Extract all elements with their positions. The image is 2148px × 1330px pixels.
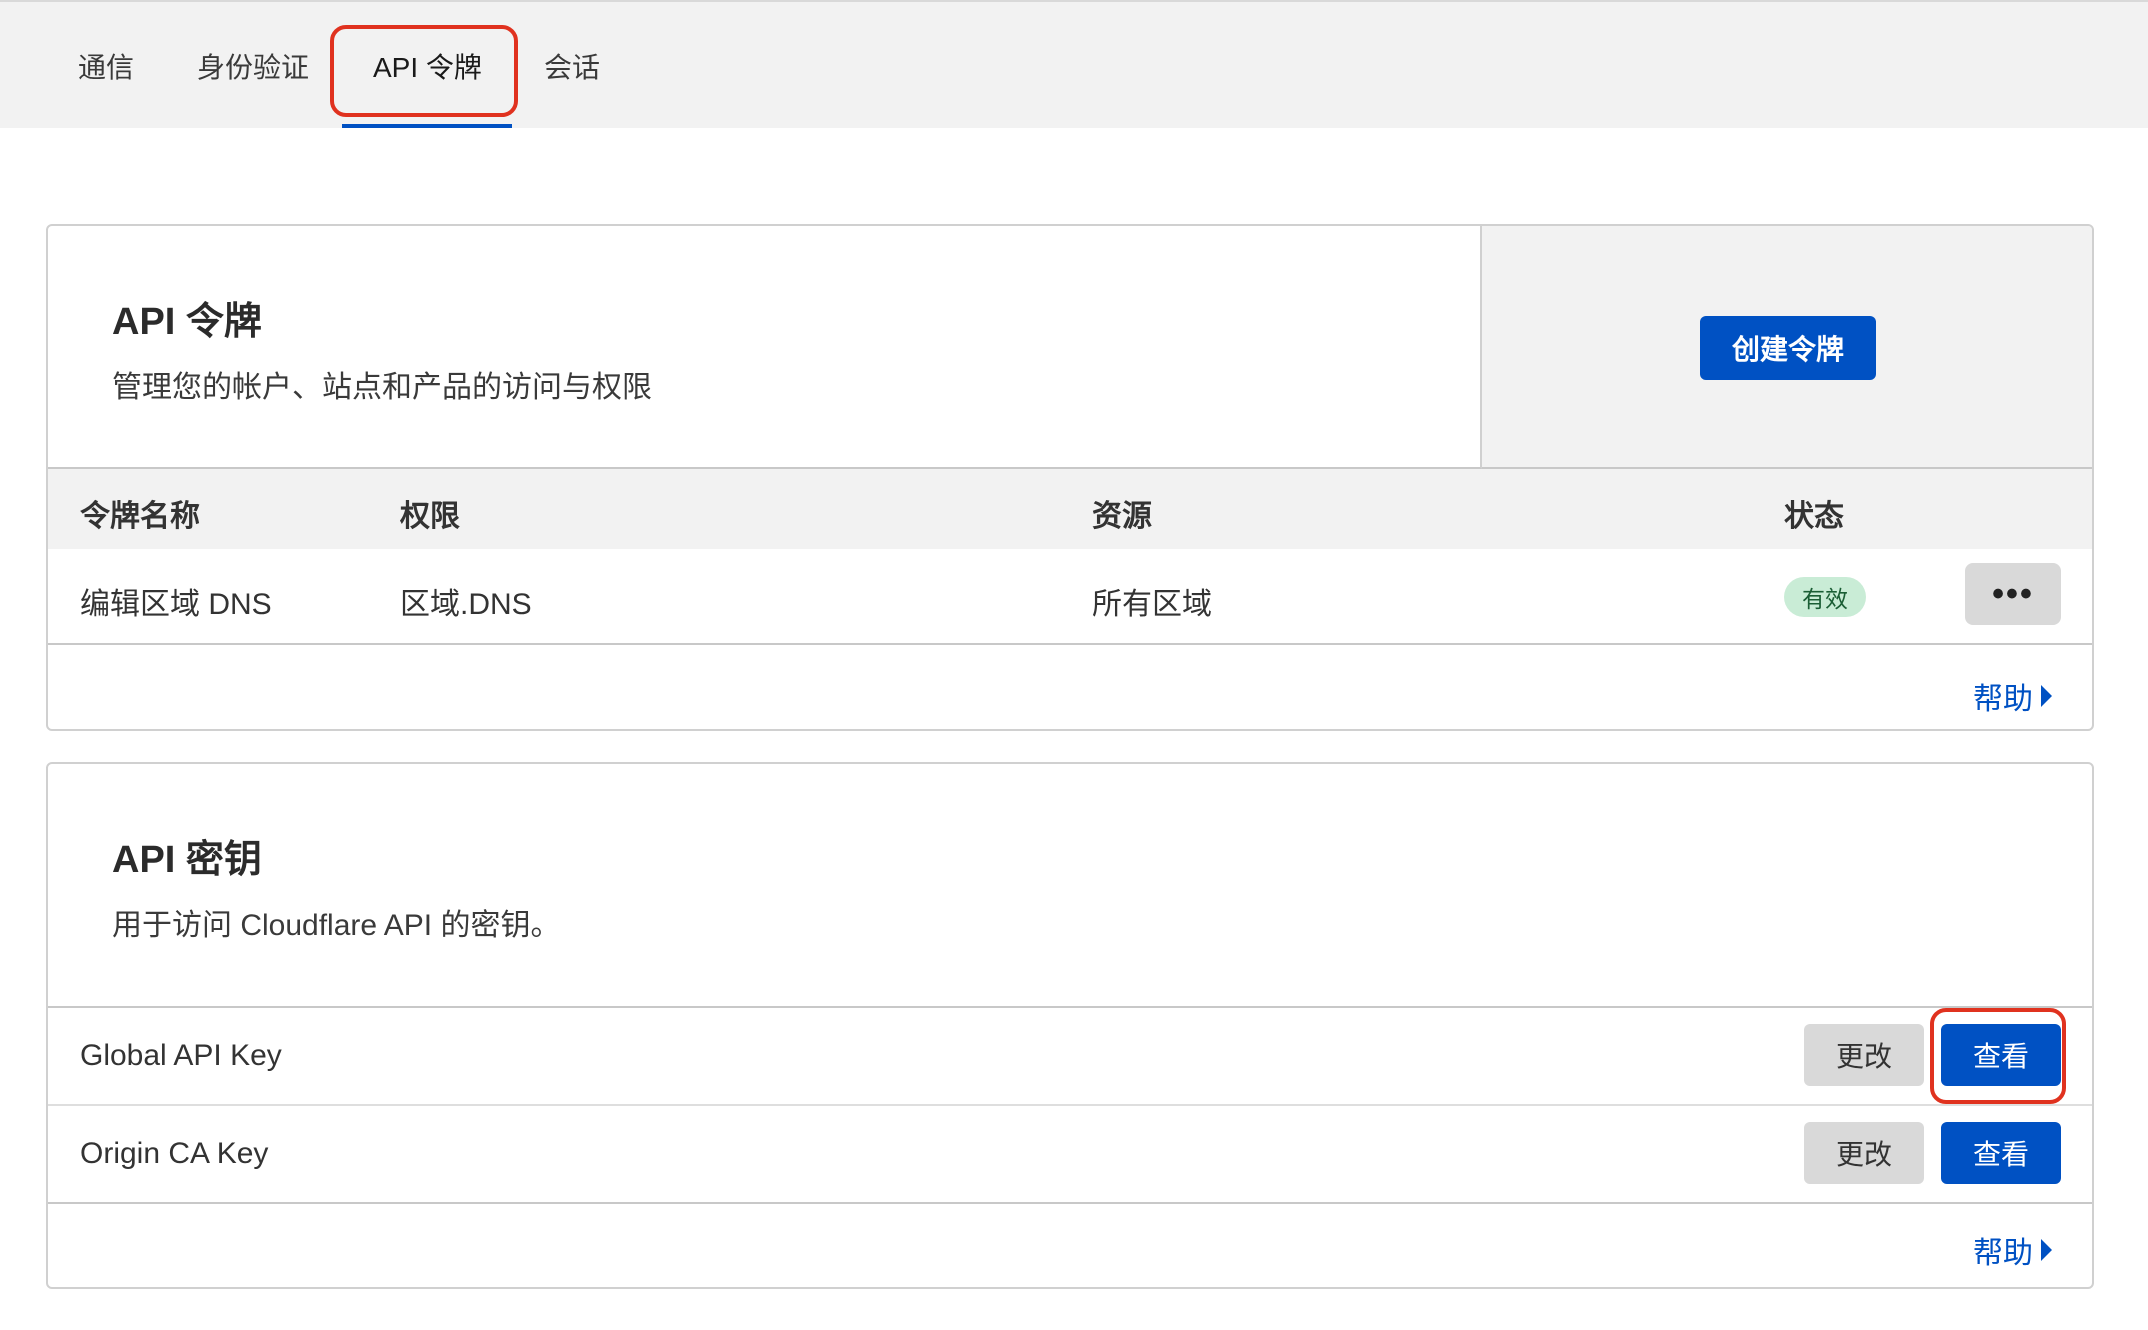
api-tokens-header: API 令牌 管理您的帐户、站点和产品的访问与权限: [48, 226, 1482, 469]
api-tokens-actions: 创建令牌: [1482, 226, 2092, 469]
api-tokens-title: API 令牌: [112, 301, 262, 343]
tokens-table-header: 令牌名称 权限 资源 状态: [48, 469, 2092, 549]
tab-authentication[interactable]: 身份验证: [197, 46, 309, 86]
caret-right-icon: [2041, 1239, 2052, 1261]
tab-bar: 通信 身份验证 API 令牌 会话: [0, 0, 2148, 128]
status-badge: 有效: [1784, 577, 1866, 617]
api-keys-description: 用于访问 Cloudflare API 的密钥。: [112, 909, 561, 942]
help-label: 帮助: [1973, 683, 2033, 716]
api-keys-title: API 密钥: [112, 839, 262, 881]
active-tab-indicator: [342, 124, 512, 128]
column-header-resources: 资源: [1092, 500, 1152, 533]
token-permission: 区域.DNS: [400, 588, 532, 621]
caret-right-icon: [2041, 685, 2052, 707]
token-resource: 所有区域: [1092, 588, 1212, 621]
column-header-status: 状态: [1784, 500, 1844, 533]
api-keys-header: API 密钥 用于访问 Cloudflare API 的密钥。: [48, 764, 2092, 1008]
tokens-help-link[interactable]: 帮助: [1973, 674, 2052, 718]
help-label: 帮助: [1973, 1237, 2033, 1270]
table-row: 编辑区域 DNS 区域.DNS 所有区域 有效 •••: [48, 549, 2092, 645]
column-header-permissions: 权限: [400, 500, 460, 533]
list-item: Global API Key 更改 查看: [48, 1008, 2092, 1106]
tab-communication[interactable]: 通信: [78, 46, 134, 86]
ellipsis-icon: •••: [1992, 574, 2034, 613]
tab-sessions[interactable]: 会话: [544, 46, 600, 86]
more-options-button[interactable]: •••: [1965, 563, 2061, 625]
keys-help-link[interactable]: 帮助: [1973, 1228, 2052, 1272]
token-name: 编辑区域 DNS: [80, 588, 272, 621]
change-global-key-button[interactable]: 更改: [1804, 1024, 1924, 1086]
api-tokens-description: 管理您的帐户、站点和产品的访问与权限: [112, 371, 652, 404]
view-origin-ca-key-button[interactable]: 查看: [1941, 1122, 2061, 1184]
change-origin-ca-key-button[interactable]: 更改: [1804, 1122, 1924, 1184]
api-tokens-card: API 令牌 管理您的帐户、站点和产品的访问与权限 创建令牌 令牌名称 权限 资…: [46, 224, 2094, 731]
key-name: Global API Key: [80, 1039, 282, 1072]
tab-api-tokens[interactable]: API 令牌: [373, 46, 482, 86]
list-item: Origin CA Key 更改 查看: [48, 1106, 2092, 1204]
api-keys-card: API 密钥 用于访问 Cloudflare API 的密钥。 Global A…: [46, 762, 2094, 1289]
key-name: Origin CA Key: [80, 1137, 269, 1170]
create-token-button[interactable]: 创建令牌: [1700, 316, 1876, 380]
view-global-key-button[interactable]: 查看: [1941, 1024, 2061, 1086]
column-header-token-name: 令牌名称: [80, 500, 200, 533]
